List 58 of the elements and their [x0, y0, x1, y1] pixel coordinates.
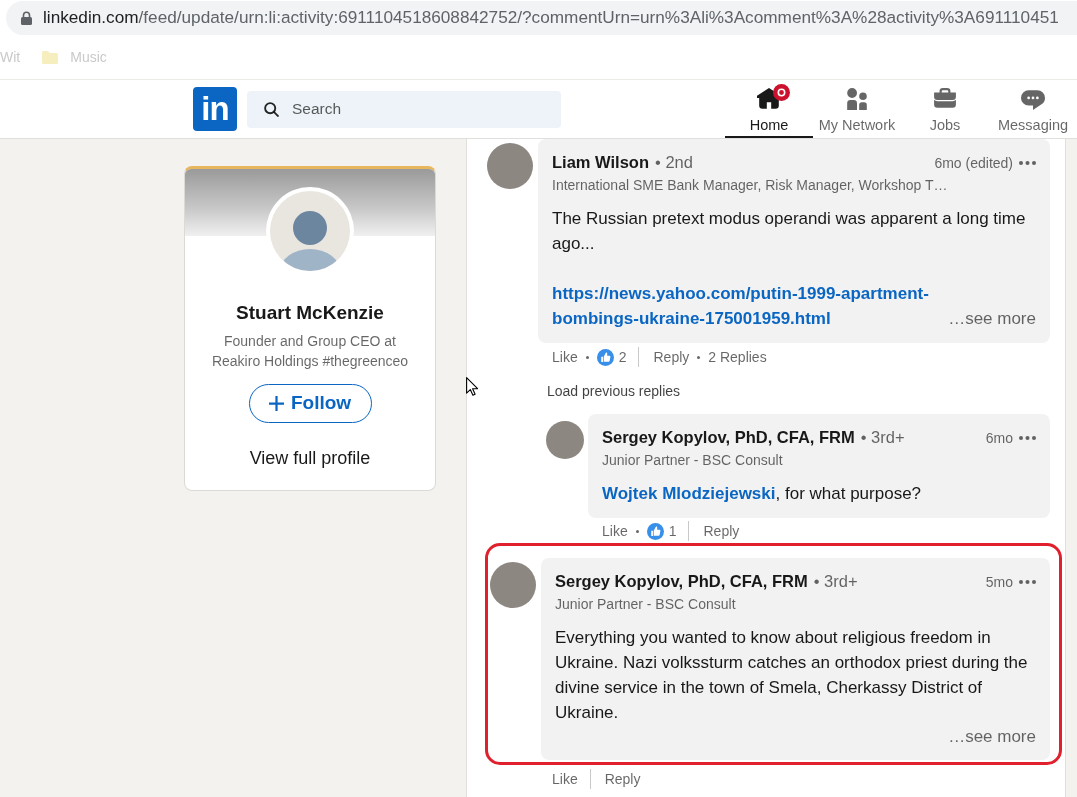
comment-time: 5mo: [985, 573, 1013, 592]
reply-button[interactable]: Reply: [604, 769, 641, 789]
avatar-photo: [487, 143, 533, 189]
search-field[interactable]: Search: [247, 90, 561, 128]
home-icon: [757, 88, 781, 110]
more-options-icon[interactable]: [1019, 435, 1036, 440]
plus-icon: [268, 396, 284, 411]
see-more-link[interactable]: …see more: [948, 306, 1036, 331]
comment-text: Wojtek Mlodziejewski, for what purpose?: [602, 483, 923, 505]
comment-text: The Russian pretext modus operandi was apparent a long time ago...: [552, 208, 1027, 255]
address-bar[interactable]: linkedin.com/feed/update/urn:li:activity:6911104518608842752/?commentUrn=urn%3Ali%3Acomment%3A%28activity%3A691110451: [6, 1, 1077, 35]
connection-degree: • 3rd+: [813, 571, 858, 592]
see-more-link[interactable]: …see more: [948, 727, 1036, 746]
nav-item[interactable]: My Network: [813, 80, 901, 138]
author-name[interactable]: Liam Wilson: [552, 150, 650, 174]
search-icon: [264, 101, 279, 117]
more-options-icon[interactable]: [1019, 160, 1036, 165]
reply-button[interactable]: Reply: [703, 521, 740, 541]
briefcase-icon: [933, 88, 957, 110]
avatar-photo: [490, 562, 536, 608]
url-link[interactable]: https://news.yahoo.com/putin-1999-apartment-bombings-ukraine-175001959.html: [552, 281, 935, 331]
author-headline: Junior Partner - BSC Consult: [602, 451, 784, 470]
author-headline: Junior Partner - BSC Consult: [555, 595, 737, 614]
follow-button[interactable]: Follow: [248, 384, 372, 423]
reply-button[interactable]: Reply: [653, 347, 690, 367]
more-options-icon[interactable]: [1019, 579, 1036, 584]
chat-bubble-icon: [1021, 88, 1045, 110]
like-reaction-icon: [646, 522, 664, 540]
comment-time: 6mo (edited): [934, 154, 1013, 173]
nav-item[interactable]: Jobs: [901, 80, 989, 138]
connection-degree: • 3rd+: [860, 427, 905, 448]
profile-name: Stuart McKenzie: [236, 301, 384, 325]
like-button[interactable]: Like: [552, 347, 578, 367]
comment-text: Everything you wanted to know about religious freedom in Ukraine. Nazi volkssturm catches an orthodox priest during the divine service in the town of Smela, Cherkassy District of Ukraine.: [555, 627, 1029, 724]
load-replies-button[interactable]: Load previous replies: [547, 381, 681, 401]
nav-item[interactable]: Messaging: [989, 80, 1077, 138]
like-button[interactable]: Like: [552, 769, 578, 789]
separator-dot-icon: [585, 355, 589, 359]
separator-dot-icon: [635, 529, 639, 533]
lock-icon: [21, 11, 32, 25]
people-icon: [845, 88, 869, 110]
like-reaction-icon: [596, 348, 614, 366]
comment-time: 6mo: [985, 429, 1013, 448]
reaction-count[interactable]: 2: [618, 347, 627, 367]
view-profile-link[interactable]: View full profile: [249, 446, 371, 470]
mention-link[interactable]: Wojtek Mlodziejewski: [602, 484, 776, 503]
logo[interactable]: in: [193, 87, 237, 131]
avatar-photo: [546, 421, 584, 459]
author-name[interactable]: Sergey Kopylov, PhD, CFA, FRM: [602, 425, 855, 449]
profile-headline: Founder and Group CEO at Reakiro Holdings #thegreenceo: [210, 332, 410, 371]
author-headline: International SME Bank Manager, Risk Manager, Workshop T…: [552, 176, 949, 195]
separator-dot-icon: [697, 355, 701, 359]
replies-link[interactable]: 2 Replies: [708, 347, 767, 367]
reaction-count[interactable]: 1: [668, 521, 677, 541]
author-name[interactable]: Sergey Kopylov, PhD, CFA, FRM: [555, 569, 808, 593]
like-button[interactable]: Like: [602, 521, 628, 541]
folder-icon: [42, 51, 59, 64]
connection-degree: • 2nd: [655, 152, 693, 173]
